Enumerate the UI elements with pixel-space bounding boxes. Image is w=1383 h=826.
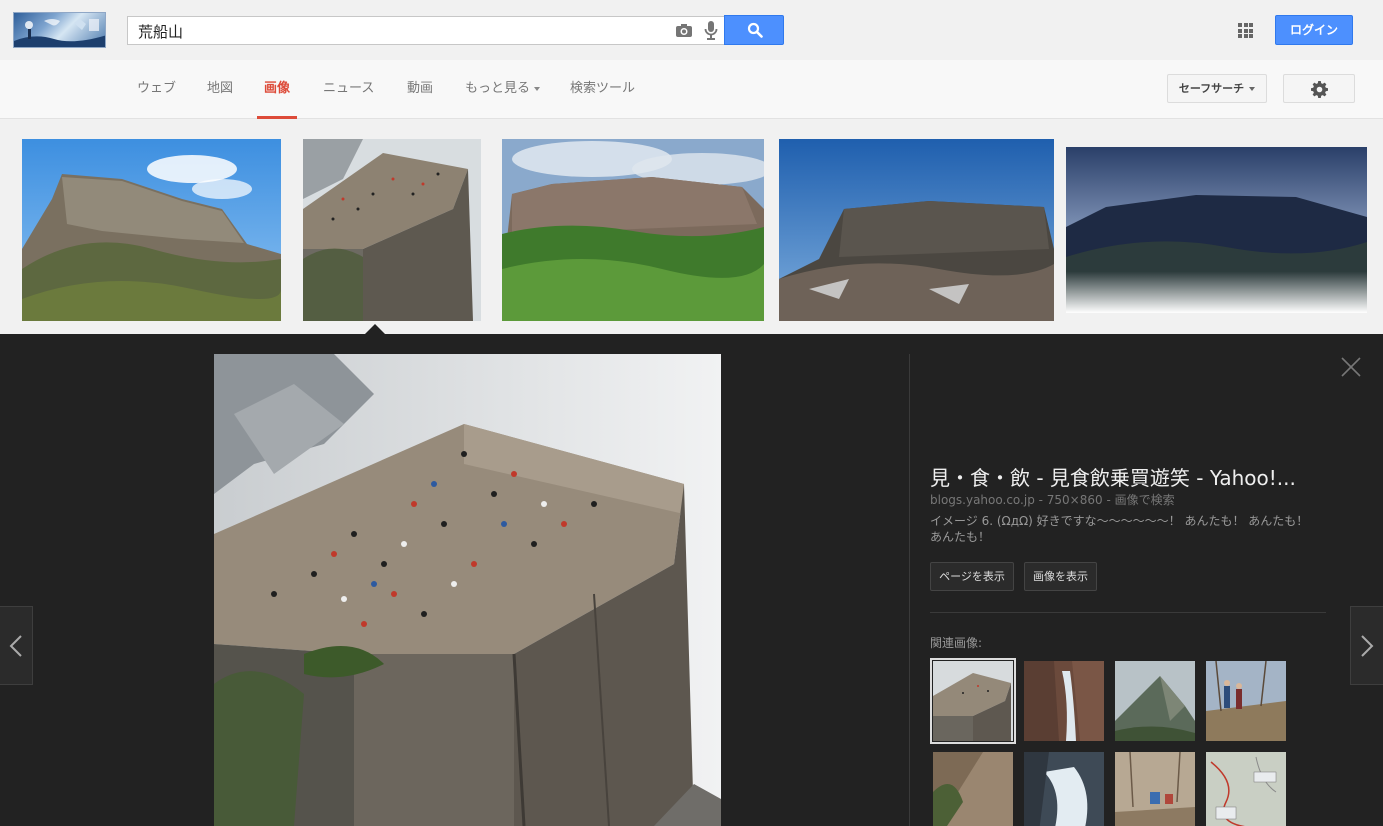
related-image-thumbnail[interactable] [1024,661,1104,741]
mesa-cliff-image [22,139,281,321]
tab-news[interactable]: ニュース [323,60,374,119]
preview-title-link[interactable]: 見・食・飲 - 見食飲乗買遊笑 - Yahoo!... [930,462,1330,491]
selected-indicator-arrow [365,324,385,334]
mesa-winter-image [779,139,1054,321]
top-bar: ログイン [0,0,1383,60]
image-result-thumbnail-selected[interactable] [303,139,481,321]
preview-description: イメージ 6. (ΩдΩ) 好きですな〜〜〜〜〜〜！ あんたも！ あんたも！ あ… [930,514,1309,544]
related-images-label: 関連画像: [930,636,983,650]
image-result-thumbnail[interactable] [779,139,1054,321]
cliff-plateau-large-image [214,354,721,826]
chevron-down-icon [534,86,541,91]
related-image-thumbnail[interactable] [930,658,1016,744]
related-image-thumbnail[interactable] [1115,752,1195,826]
image-result-thumbnail[interactable] [502,139,764,321]
previous-image-button[interactable] [0,606,33,685]
cliff-plateau-image [303,139,481,321]
preview-image[interactable] [214,354,721,826]
chevron-left-icon [9,635,22,657]
image-result-thumbnail[interactable] [22,139,281,321]
settings-button[interactable] [1283,74,1355,103]
tab-more-label: もっと見る [465,81,531,96]
search-button[interactable] [724,15,784,45]
google-doodle-logo[interactable] [13,12,106,48]
chevron-down-icon [1249,87,1256,91]
panel-divider [909,354,910,826]
tab-web[interactable]: ウェブ [137,60,176,119]
search-nav-bar: ウェブ 地図 画像 ニュース 動画 もっと見る 検索ツール セーフサーチ [0,60,1383,119]
tab-images[interactable]: 画像 [257,60,298,119]
mesa-forest-image [502,139,764,321]
microphone-icon[interactable] [704,20,718,41]
safesearch-dropdown[interactable]: セーフサーチ [1167,74,1267,103]
apps-grid-icon[interactable] [1238,23,1253,38]
search-box [127,16,724,45]
camera-icon[interactable] [675,22,693,39]
login-button[interactable]: ログイン [1275,15,1353,45]
view-image-button[interactable]: 画像を表示 [1024,562,1097,591]
related-image-thumbnail[interactable] [1206,752,1286,826]
tab-videos[interactable]: 動画 [407,60,433,119]
gear-icon [1311,81,1328,98]
search-icon [747,22,763,38]
close-icon[interactable] [1340,356,1362,378]
related-image-thumbnail[interactable] [1206,661,1286,741]
tab-more[interactable]: もっと見る [465,60,541,119]
image-preview-panel: 見・食・飲 - 見食飲乗買遊笑 - Yahoo!... blogs.yahoo.… [0,334,1383,826]
related-image-thumbnail[interactable] [1024,752,1104,826]
section-divider [930,612,1326,613]
view-page-button[interactable]: ページを表示 [930,562,1014,591]
next-image-button[interactable] [1350,606,1383,685]
preview-meta: blogs.yahoo.co.jp - 750×860 - 画像で検索 [930,493,1175,507]
image-result-thumbnail[interactable] [1066,147,1367,313]
chevron-right-icon [1361,635,1374,657]
tab-maps[interactable]: 地図 [207,60,233,119]
related-image-thumbnail[interactable] [1115,661,1195,741]
tab-search-tools[interactable]: 検索ツール [570,60,635,119]
related-image-thumbnail[interactable] [933,752,1013,826]
search-input[interactable] [138,21,658,41]
mountain-dusk-image [1066,147,1367,313]
safesearch-label: セーフサーチ [1178,82,1245,95]
